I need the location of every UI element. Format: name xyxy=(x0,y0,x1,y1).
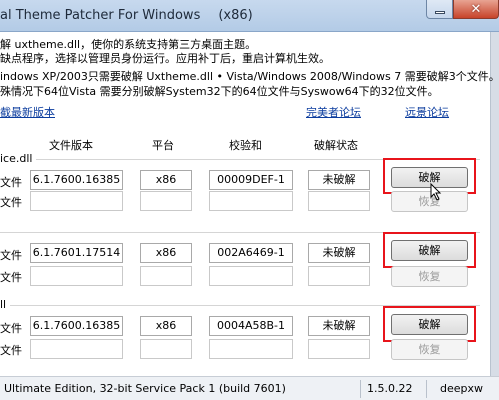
version-field: 6.1.7600.16385 xyxy=(30,316,123,336)
minimize-button[interactable] xyxy=(426,0,453,19)
checksum-field: 002A6469-1 xyxy=(209,243,293,263)
backup-checksum-field xyxy=(209,339,293,359)
backup-version-field xyxy=(30,339,123,359)
backup-version-field xyxy=(30,191,123,211)
status-bar: Ultimate Edition, 32-bit Service Pack 1 … xyxy=(0,376,499,400)
status-field: 未破解 xyxy=(308,170,370,190)
backup-platform-field xyxy=(140,266,192,286)
platform-field: x86 xyxy=(140,170,192,190)
backup-checksum-field xyxy=(209,191,293,211)
status-divider xyxy=(360,380,361,398)
column-header-checksum: 校验和 xyxy=(229,139,262,152)
restore-button[interactable]: 恢复 xyxy=(391,266,468,287)
current-file-label: 文件 xyxy=(0,322,22,335)
file-group-1: ice.dll 文件 文件 6.1.7600.16385 x86 00009DE… xyxy=(0,152,490,232)
backup-checksum-field xyxy=(209,266,293,286)
status-divider xyxy=(426,380,427,398)
backup-file-label: 文件 xyxy=(0,344,22,357)
current-file-label: 文件 xyxy=(0,176,22,189)
download-latest-link[interactable]: 截最新版本 xyxy=(0,104,55,120)
backup-file-label: 文件 xyxy=(0,196,22,209)
platform-field: x86 xyxy=(140,316,192,336)
info-line-2: 缺点程序，选择以管理员身份运行。应用补丁后，重启计算机生效。 xyxy=(0,52,330,65)
window-controls: ✕ xyxy=(426,0,499,20)
info-line-4: 殊情况下64位Vista 需要分别破解System32下的64位文件与Syswo… xyxy=(0,85,439,98)
backup-status-field xyxy=(308,266,370,286)
column-header-version: 文件版本 xyxy=(49,139,93,152)
backup-platform-field xyxy=(140,191,192,211)
status-version: 1.5.0.22 xyxy=(367,382,413,395)
close-button[interactable]: ✕ xyxy=(453,0,499,19)
column-header-status: 破解状态 xyxy=(314,139,358,152)
title-bar: al Theme Patcher For Windows (x86) ✕ xyxy=(0,0,499,32)
version-field: 6.1.7601.17514 xyxy=(30,243,123,263)
backup-version-field xyxy=(30,266,123,286)
forum-link-1[interactable]: 完美者论坛 xyxy=(306,104,361,120)
column-header-platform: 平台 xyxy=(152,139,174,152)
patch-button[interactable]: 破解 xyxy=(391,314,468,335)
forum-link-2[interactable]: 远景论坛 xyxy=(405,104,449,120)
backup-platform-field xyxy=(140,339,192,359)
backup-status-field xyxy=(308,191,370,211)
mouse-cursor-icon xyxy=(430,183,442,201)
status-author: deepxw xyxy=(440,382,484,395)
backup-status-field xyxy=(308,339,370,359)
checksum-field: 00009DEF-1 xyxy=(209,170,293,190)
status-os: Ultimate Edition, 32-bit Service Pack 1 … xyxy=(4,382,286,395)
version-field: 6.1.7600.16385 xyxy=(30,170,123,190)
status-field: 未破解 xyxy=(308,316,370,336)
group-label: ll xyxy=(0,298,11,311)
current-file-label: 文件 xyxy=(0,249,22,262)
file-group-2: 文件 文件 6.1.7601.17514 x86 002A6469-1 未破解 … xyxy=(0,225,490,305)
backup-file-label: 文件 xyxy=(0,271,22,284)
restore-button[interactable]: 恢复 xyxy=(391,339,468,360)
window-title: al Theme Patcher For Windows (x86) xyxy=(0,8,253,23)
patch-button[interactable]: 破解 xyxy=(391,240,468,261)
info-line-3: indows XP/2003只需要破解 Uxtheme.dll • Vista/… xyxy=(0,70,499,83)
status-field: 未破解 xyxy=(308,243,370,263)
file-group-3: ll 文件 文件 6.1.7600.16385 x86 0004A58B-1 未… xyxy=(0,298,490,378)
minimize-icon xyxy=(434,10,445,14)
group-label: ice.dll xyxy=(0,152,37,165)
info-line-1: 解 uxtheme.dll，使你的系统支持第三方桌面主题。 xyxy=(0,38,257,51)
checksum-field: 0004A58B-1 xyxy=(209,316,293,336)
platform-field: x86 xyxy=(140,243,192,263)
window-arch: (x86) xyxy=(218,8,253,23)
window-title-text: al Theme Patcher For Windows xyxy=(0,8,201,23)
close-icon: ✕ xyxy=(470,1,482,17)
